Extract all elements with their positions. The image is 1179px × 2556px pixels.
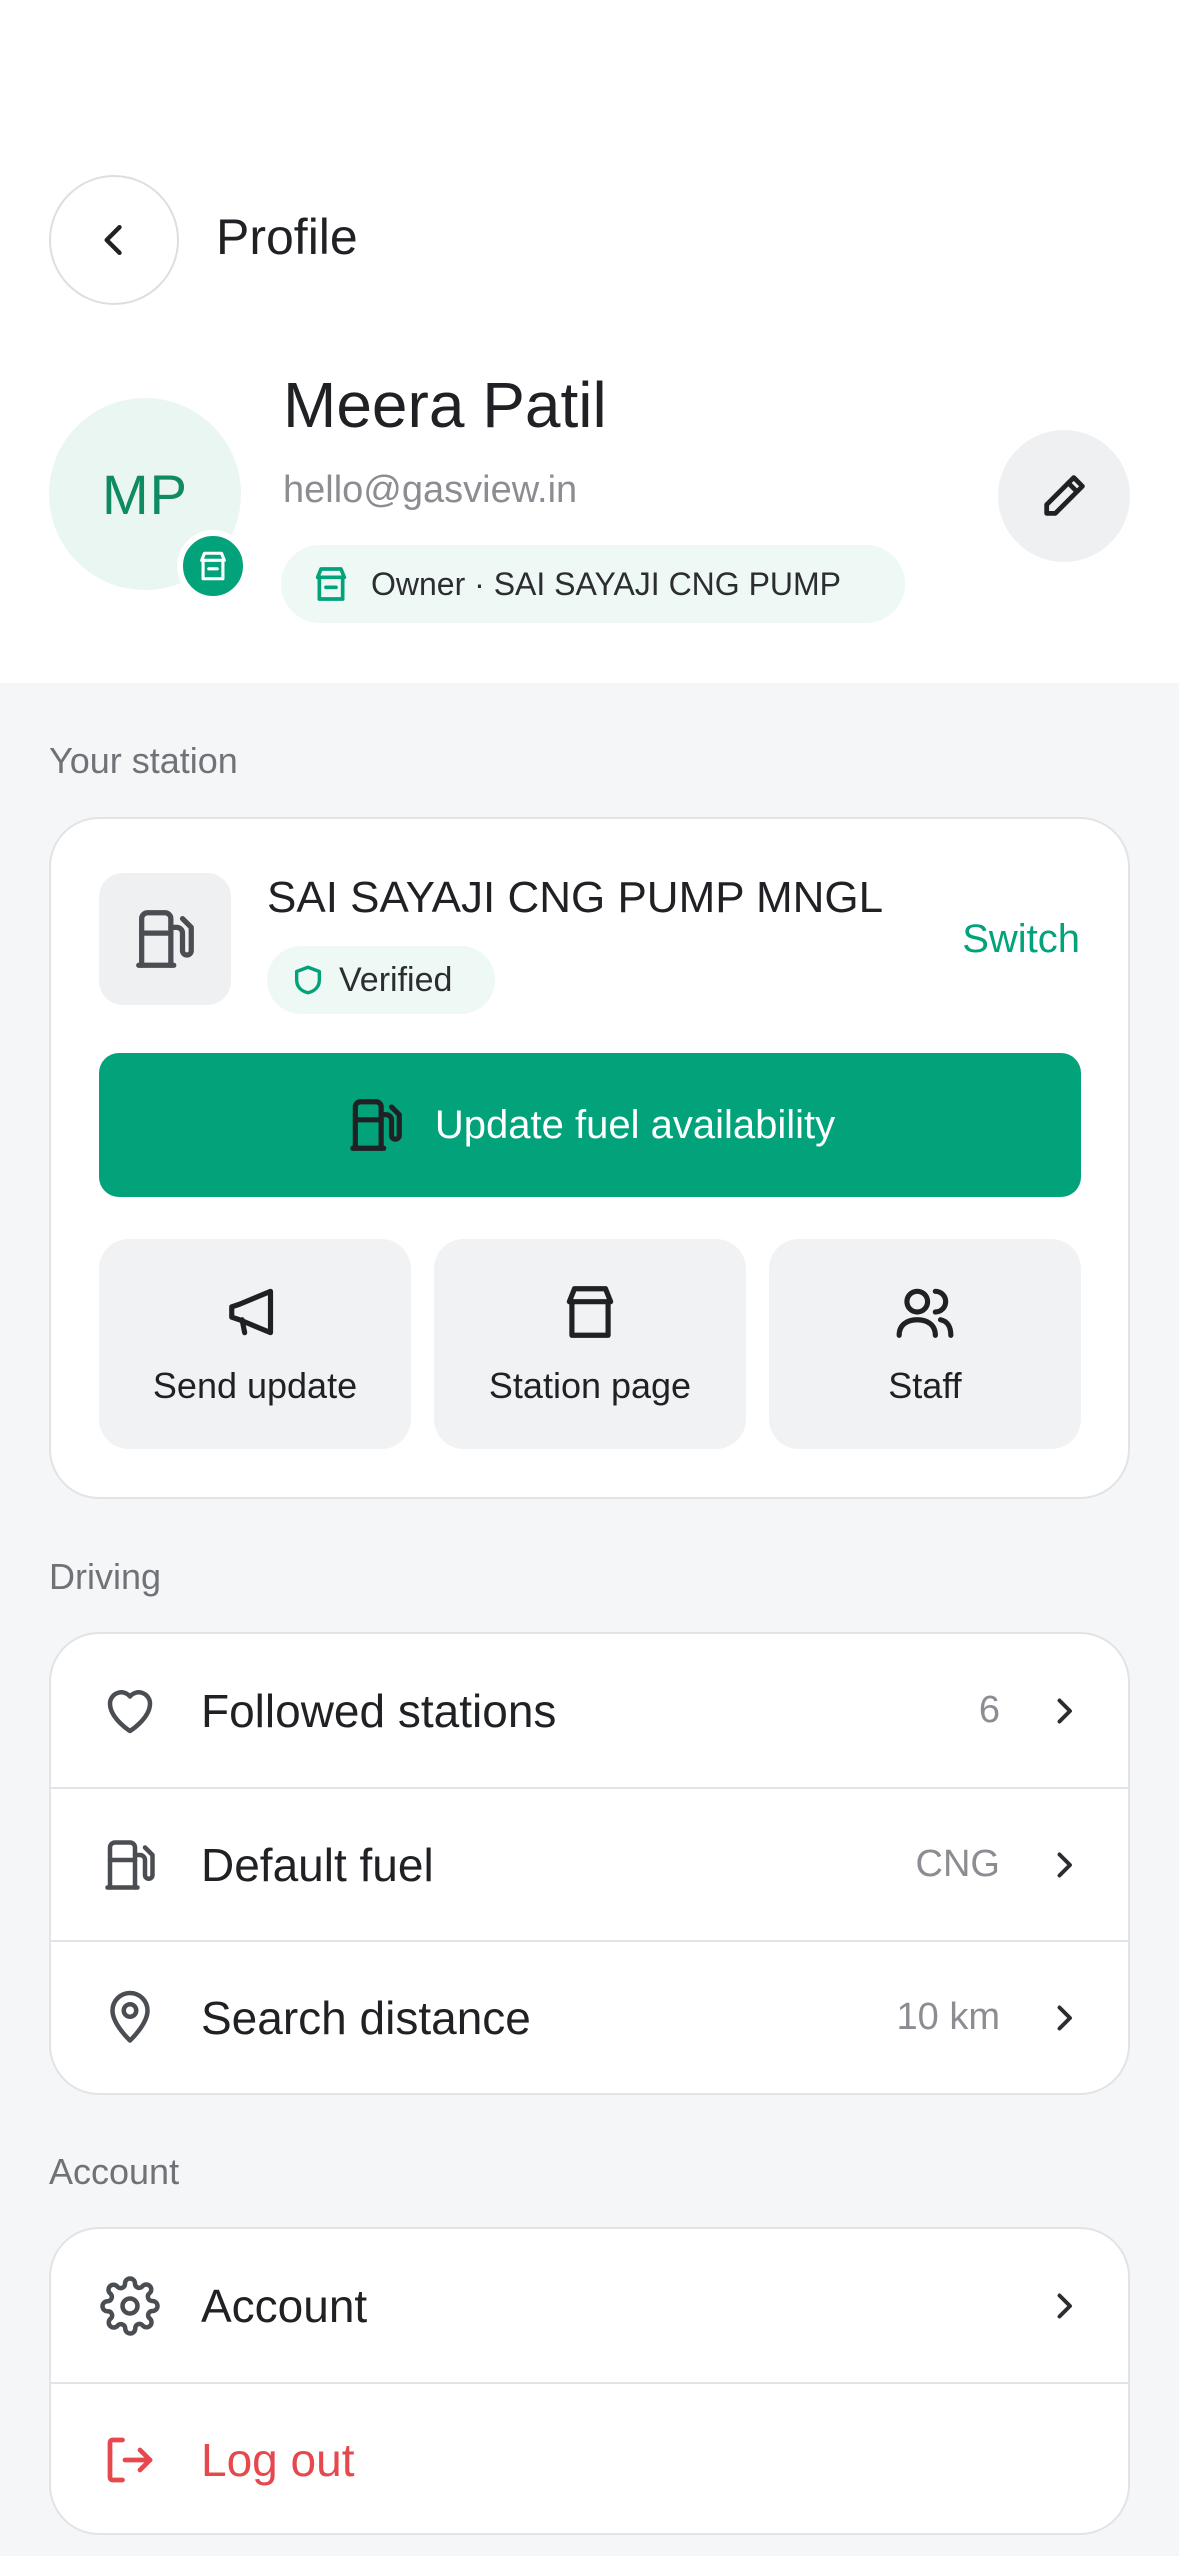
- edit-profile-button[interactable]: [998, 430, 1130, 562]
- search-distance-label: Search distance: [201, 1991, 531, 2044]
- fuel-pump-icon: [99, 1834, 161, 1896]
- profile-header-area: Profile MP Meera Patil hello@gasview.in …: [0, 0, 1179, 683]
- shield-check-icon: [294, 965, 322, 995]
- back-button[interactable]: [49, 175, 179, 305]
- followed-stations-label: Followed stations: [201, 1684, 557, 1737]
- followed-stations-value: 6: [978, 1689, 1000, 1731]
- section-label-station: Your station: [49, 740, 238, 781]
- search-distance-value: 10 km: [896, 1996, 1000, 2038]
- account-label: Account: [201, 2279, 368, 2332]
- search-distance-row[interactable]: Search distance 10 km: [51, 1940, 1128, 2093]
- followed-stations-row[interactable]: Followed stations 6: [51, 1634, 1128, 1787]
- account-row[interactable]: Account: [51, 2229, 1128, 2382]
- verified-label: Verified: [339, 960, 453, 999]
- send-update-button[interactable]: Send update: [99, 1239, 411, 1449]
- section-label-account: Account: [49, 2151, 180, 2192]
- user-name: Meera Patil: [283, 369, 607, 441]
- logout-row[interactable]: Log out: [51, 2382, 1128, 2533]
- map-pin-icon: [99, 1987, 161, 2049]
- gear-icon: [99, 2275, 161, 2337]
- chevron-right-icon: [1044, 1691, 1084, 1731]
- section-label-driving: Driving: [49, 1556, 162, 1597]
- station-card: SAI SAYAJI CNG PUMP MNGL Verified Switch…: [49, 817, 1130, 1499]
- driving-card: Followed stations 6 Default fuel CNG Sea…: [49, 1632, 1130, 2095]
- update-fuel-availability-button[interactable]: Update fuel availability: [99, 1053, 1081, 1197]
- storefront-icon: [566, 1286, 614, 1338]
- station-name: SAI SAYAJI CNG PUMP MNGL: [267, 873, 884, 922]
- default-fuel-value: CNG: [915, 1843, 1000, 1885]
- storefront-icon: [315, 567, 347, 601]
- users-icon: [896, 1288, 954, 1338]
- page-title: Profile: [216, 209, 358, 265]
- default-fuel-label: Default fuel: [201, 1838, 434, 1891]
- megaphone-icon: [229, 1288, 274, 1336]
- user-email: hello@gasview.in: [283, 469, 578, 511]
- account-card: Account Log out: [49, 2227, 1130, 2535]
- staff-button[interactable]: Staff: [769, 1239, 1081, 1449]
- fuel-pump-icon: [136, 910, 194, 968]
- pencil-icon: [1044, 475, 1085, 516]
- station-page-button[interactable]: Station page: [434, 1239, 746, 1449]
- default-fuel-row[interactable]: Default fuel CNG: [51, 1787, 1128, 1940]
- heart-icon: [99, 1680, 161, 1742]
- staff-label: Staff: [888, 1365, 962, 1406]
- station-page-label: Station page: [488, 1365, 692, 1406]
- update-fuel-label: Update fuel availability: [434, 1102, 836, 1147]
- send-update-label: Send update: [152, 1365, 358, 1406]
- role-chip: Owner · SAI SAYAJI CNG PUMP: [281, 545, 905, 623]
- fuel-pump-icon: [350, 1099, 402, 1151]
- station-icon-tile: [99, 873, 231, 1005]
- chevron-left-icon: [104, 224, 122, 256]
- role-chip-label: Owner · SAI SAYAJI CNG PUMP: [371, 565, 842, 602]
- chevron-right-icon: [1044, 1845, 1084, 1885]
- logout-icon: [99, 2429, 161, 2491]
- logout-label: Log out: [201, 2433, 355, 2486]
- chevron-right-icon: [1044, 1998, 1084, 2038]
- switch-station-link[interactable]: Switch: [962, 917, 1080, 962]
- chevron-right-icon: [1044, 2286, 1084, 2326]
- storefront-badge-icon: [177, 530, 249, 602]
- verified-badge: Verified: [267, 946, 495, 1014]
